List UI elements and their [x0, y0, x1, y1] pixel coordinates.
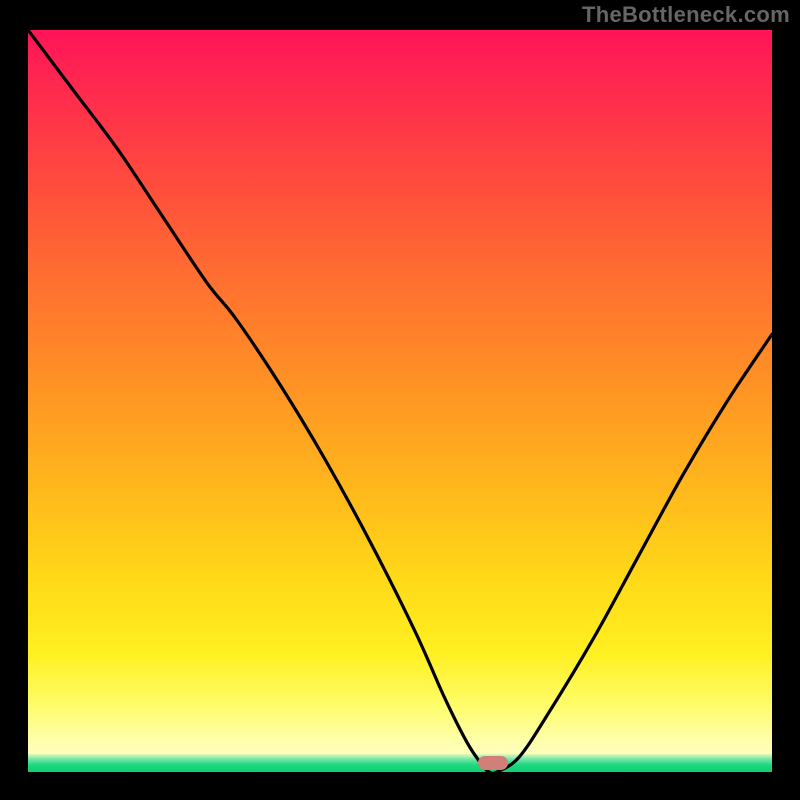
watermark-text: TheBottleneck.com: [582, 2, 790, 28]
bottleneck-curve: [28, 30, 772, 772]
balance-marker: [478, 756, 508, 770]
plot-area: [28, 30, 772, 772]
chart-frame: TheBottleneck.com: [0, 0, 800, 800]
